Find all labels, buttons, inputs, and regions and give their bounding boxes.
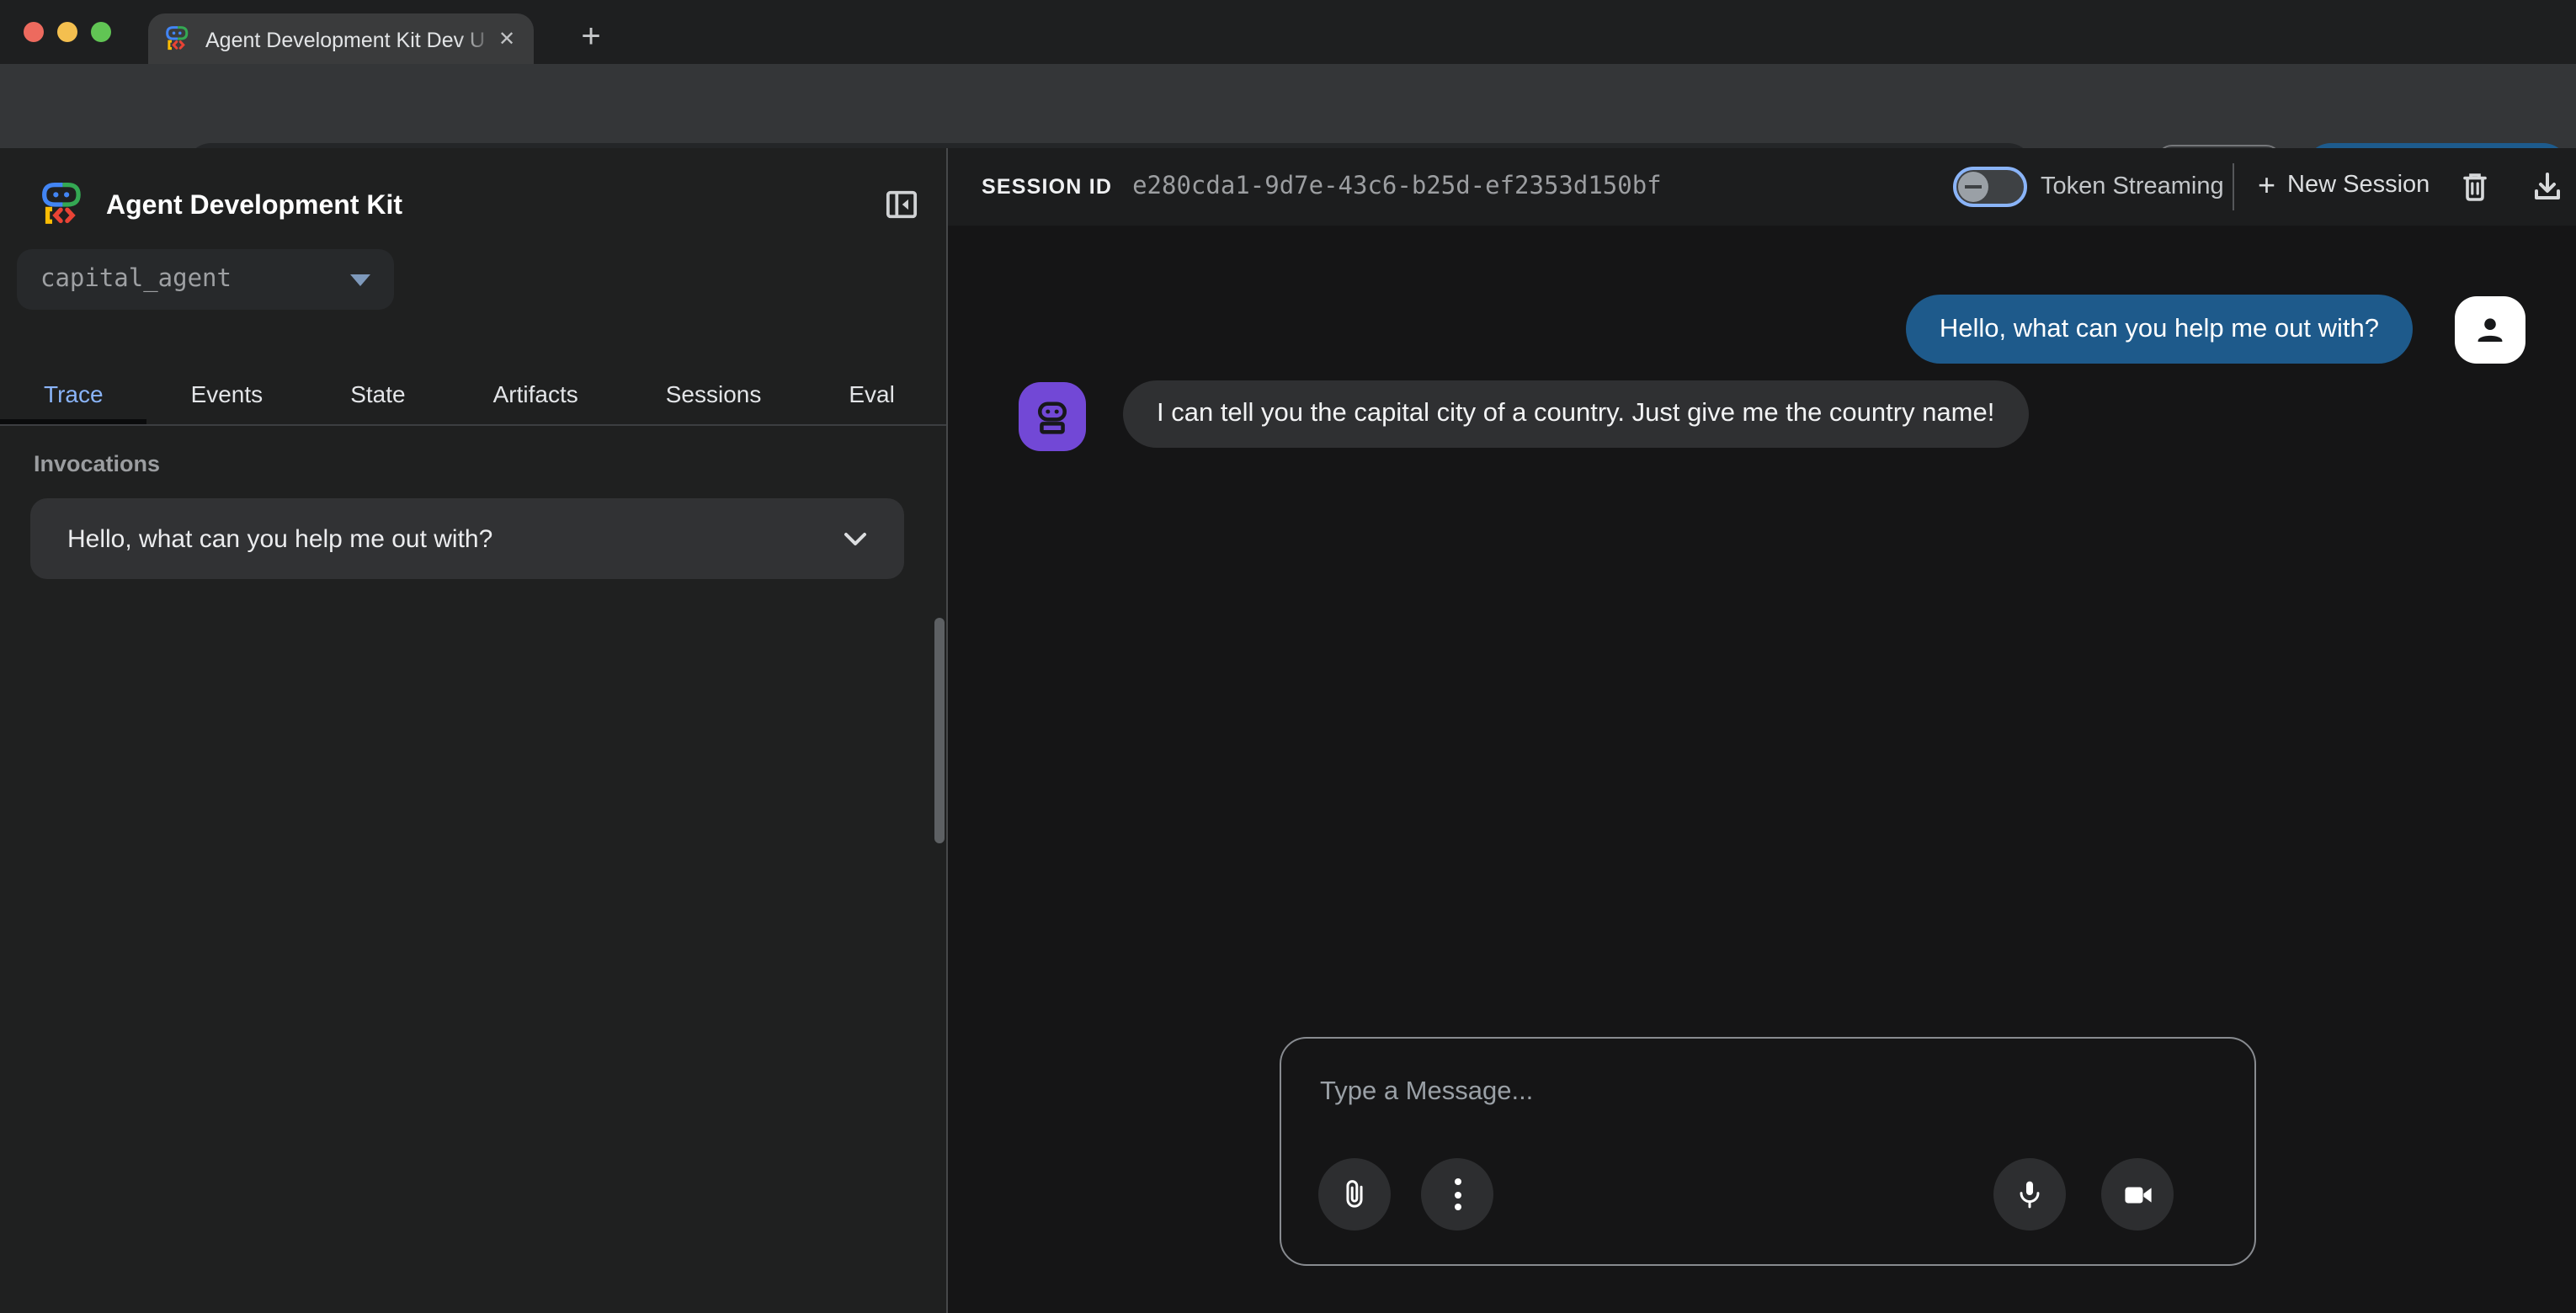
session-id-label: SESSION ID xyxy=(982,175,1112,199)
mic-icon xyxy=(2012,1177,2047,1212)
message-composer xyxy=(1280,1037,2256,1266)
user-message-text: Hello, what can you help me out with? xyxy=(1940,314,2379,344)
browser-tab[interactable]: Agent Development Kit Dev U ✕ xyxy=(148,13,534,64)
sidebar-scrollbar[interactable] xyxy=(934,618,945,843)
tab-artifacts[interactable]: Artifacts xyxy=(450,364,622,424)
browser-tab-strip: Agent Development Kit Dev U ✕ + xyxy=(0,0,2576,64)
sidebar: Agent Development Kit capital_agent Trac… xyxy=(0,148,948,1313)
attach-file-button[interactable] xyxy=(1318,1158,1391,1231)
new-tab-button[interactable]: + xyxy=(567,13,615,61)
browser-toolbar: Not Secure 35.226.252.203/dev-ui/?app=ca… xyxy=(0,64,2576,148)
invocations-heading: Invocations xyxy=(34,451,160,476)
chat-panel: SESSION ID e280cda1-9d7e-43c6-b25d-ef235… xyxy=(948,148,2576,1313)
tab-state-label: State xyxy=(350,380,405,407)
tab-events[interactable]: Events xyxy=(147,364,307,424)
person-icon xyxy=(2470,310,2510,350)
token-streaming-toggle[interactable] xyxy=(1953,167,2027,207)
delete-session-icon[interactable] xyxy=(2458,170,2492,204)
toggle-knob xyxy=(1958,172,1988,202)
new-session-button[interactable]: + New Session xyxy=(2258,170,2430,200)
agent-message-bubble: I can tell you the capital city of a cou… xyxy=(1123,380,2028,448)
tab-sessions[interactable]: Sessions xyxy=(622,364,806,424)
chevron-down-icon[interactable] xyxy=(844,531,867,546)
tabs-divider xyxy=(0,424,946,426)
traffic-zoom-button[interactable] xyxy=(91,22,111,42)
microphone-button[interactable] xyxy=(1993,1158,2066,1231)
adk-dev-ui-page: Agent Development Kit capital_agent Trac… xyxy=(0,148,2576,1313)
new-session-label: New Session xyxy=(2287,172,2430,199)
traffic-close-button[interactable] xyxy=(24,22,44,42)
session-id-value: e280cda1-9d7e-43c6-b25d-ef2353d150bf xyxy=(1132,173,1662,200)
tab-state[interactable]: State xyxy=(306,364,449,424)
chevron-down-icon xyxy=(350,274,370,285)
agent-message-text: I can tell you the capital city of a cou… xyxy=(1157,399,1994,429)
tab-artifacts-label: Artifacts xyxy=(493,380,578,407)
export-session-icon[interactable] xyxy=(2531,170,2564,204)
adk-favicon-icon xyxy=(165,25,192,52)
user-avatar xyxy=(2455,296,2525,364)
agent-avatar xyxy=(1019,382,1086,451)
collapse-sidebar-icon[interactable] xyxy=(886,189,918,221)
agent-select-value: capital_agent xyxy=(40,266,350,293)
tab-trace[interactable]: Trace xyxy=(0,364,147,424)
active-tab-indicator xyxy=(0,419,146,424)
plus-icon: + xyxy=(2258,170,2275,200)
tab-title: Agent Development Kit Dev U xyxy=(205,25,495,52)
video-button[interactable] xyxy=(2101,1158,2174,1231)
tab-sessions-label: Sessions xyxy=(666,380,762,407)
invocation-item-text: Hello, what can you help me out with? xyxy=(67,524,844,553)
videocam-icon xyxy=(2119,1176,2156,1213)
sidebar-tabs: Trace Events State Artifacts Sessions Ev… xyxy=(0,364,946,424)
message-input[interactable]: Type a Message... xyxy=(1320,1077,1533,1108)
browser-window: Agent Development Kit Dev U ✕ + Not Secu xyxy=(0,0,2576,1313)
more-options-button[interactable] xyxy=(1421,1158,1493,1231)
paperclip-icon xyxy=(1337,1177,1372,1212)
robot-icon xyxy=(1030,395,1074,439)
tab-events-label: Events xyxy=(191,380,263,407)
tab-close-icon[interactable]: ✕ xyxy=(498,27,515,50)
header-separator xyxy=(2233,163,2234,210)
tab-trace-label: Trace xyxy=(44,380,104,407)
agent-select[interactable]: capital_agent xyxy=(17,249,394,310)
tab-eval-label: Eval xyxy=(849,380,894,407)
tab-eval[interactable]: Eval xyxy=(805,364,938,424)
traffic-minimize-button[interactable] xyxy=(57,22,77,42)
invocation-item[interactable]: Hello, what can you help me out with? xyxy=(30,498,904,579)
token-streaming-label: Token Streaming xyxy=(2041,173,2224,200)
app-title: Agent Development Kit xyxy=(106,192,402,222)
adk-logo-icon xyxy=(40,180,88,229)
more-vert-icon xyxy=(1454,1178,1461,1210)
user-message-bubble: Hello, what can you help me out with? xyxy=(1906,295,2413,364)
